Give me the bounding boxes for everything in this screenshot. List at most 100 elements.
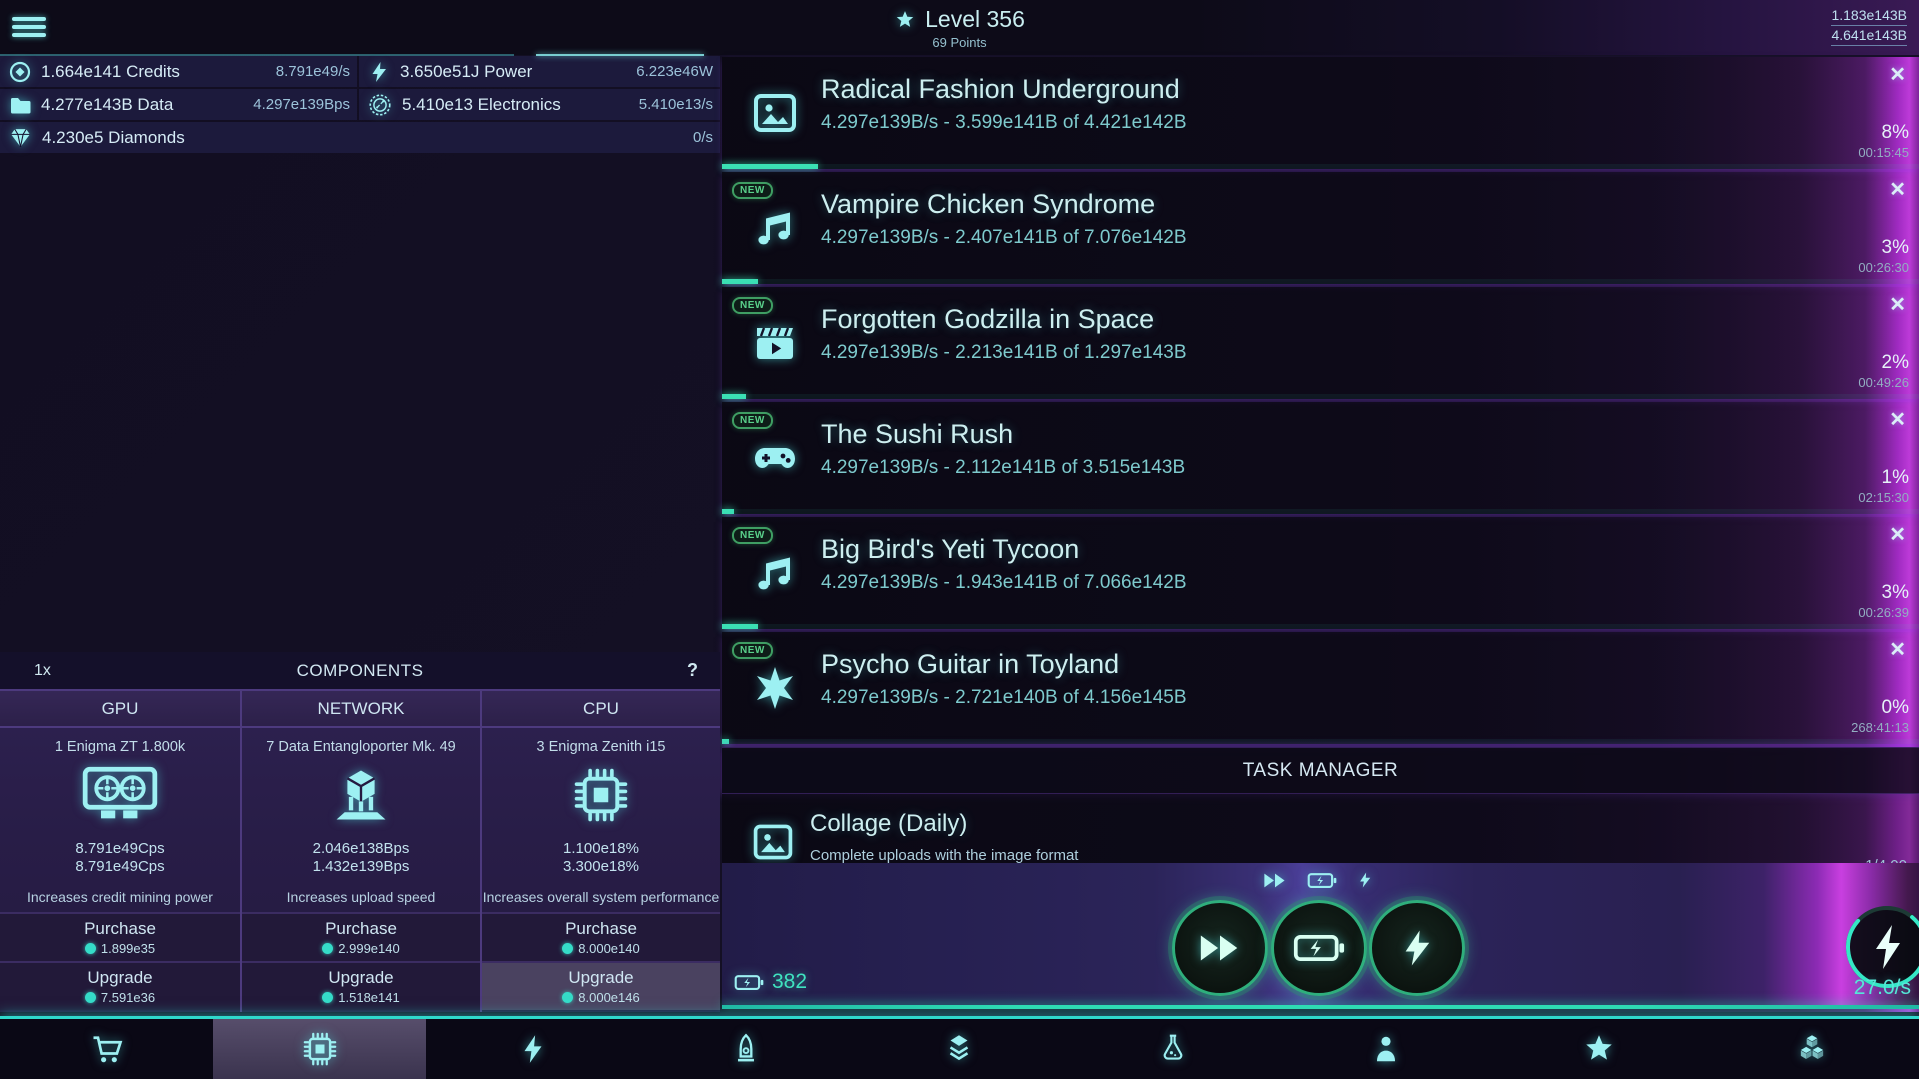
tab-gpu[interactable]: GPU — [0, 691, 240, 728]
nav-power[interactable] — [426, 1019, 639, 1079]
upload-title: Vampire Chicken Syndrome — [821, 189, 1156, 219]
cpu-purchase-button[interactable]: Purchase 8.000e140 — [482, 912, 720, 961]
image-icon — [753, 824, 793, 860]
upload-row[interactable]: NEW Big Bird's Yeti Tycoon 4.297e139B/s … — [722, 517, 1919, 629]
gpu-upgrade-button[interactable]: Upgrade 7.591e36 — [0, 961, 240, 1010]
bar-divider — [722, 1005, 1919, 1009]
storage-max: 4.641e143B — [1831, 26, 1907, 46]
upload-stats: 4.297e139B/s - 2.112e141B of 3.515e143B — [821, 457, 1186, 478]
chip-icon — [369, 93, 391, 116]
new-badge: NEW — [732, 297, 773, 314]
upload-time: 268:41:13 — [1851, 720, 1909, 735]
upload-time: 00:15:45 — [1858, 145, 1909, 160]
nav-shop[interactable] — [0, 1019, 213, 1079]
burst-icon — [757, 667, 793, 709]
upload-progressbar — [722, 394, 1919, 399]
coin-icon — [562, 992, 574, 1003]
network-column: NETWORK 7 Data Entangloporter Mk. 49 2.0… — [240, 691, 480, 1012]
close-icon[interactable]: ✕ — [1889, 177, 1906, 202]
buy-multiplier-toggle[interactable]: 1x — [34, 662, 51, 680]
components-title: COMPONENTS — [296, 660, 424, 680]
teleporter-icon — [336, 770, 386, 820]
star-icon — [896, 10, 914, 27]
upload-title: Radical Fashion Underground — [821, 74, 1180, 104]
close-icon[interactable]: ✕ — [1889, 292, 1906, 317]
upload-percent: 3% — [1881, 237, 1909, 258]
upload-row[interactable]: NEW Psycho Guitar in Toyland 4.297e139B/… — [722, 632, 1919, 744]
cpu-upgrade-button[interactable]: Upgrade 8.000e146 — [482, 961, 720, 1010]
network-upgrade-button[interactable]: Upgrade 1.518e141 — [242, 961, 480, 1010]
upload-row[interactable]: NEW Radical Fashion Underground 4.297e13… — [722, 57, 1919, 169]
cart-icon — [93, 1036, 122, 1063]
close-icon[interactable]: ✕ — [1889, 522, 1906, 547]
battery-count: 382 — [772, 970, 808, 993]
level-label: Level 356 — [925, 6, 1025, 32]
upload-time: 02:15:30 — [1858, 490, 1909, 505]
bolt-icon — [1405, 930, 1430, 966]
top-bar: Level 356 69 Points 1.183e143B 4.641e143… — [0, 0, 1919, 55]
upload-stats: 4.297e139B/s - 2.407e141B of 7.076e142B — [821, 227, 1187, 248]
upload-row[interactable]: NEW Vampire Chicken Syndrome 4.297e139B/… — [722, 172, 1919, 284]
credits-resource: 1.664e141 Credits 8.791e49/s — [0, 56, 357, 87]
upload-progressbar — [722, 739, 1919, 744]
tab-cpu[interactable]: CPU — [482, 691, 720, 728]
coin-icon — [84, 992, 96, 1003]
cpu-stat1: 1.100e18% — [563, 840, 639, 857]
nav-resources[interactable] — [1706, 1019, 1919, 1079]
close-icon[interactable]: ✕ — [1889, 62, 1906, 87]
task-description: Complete uploads with the image format — [810, 847, 1079, 864]
gpu-icon — [82, 766, 158, 819]
cpu-stat2: 3.300e18% — [563, 858, 639, 875]
components-header: 1x COMPONENTS ? — [0, 652, 720, 689]
network-upgrade-cost: 1.518e141 — [338, 990, 400, 1005]
fast-forward-icon — [1200, 935, 1238, 961]
tab-network[interactable]: NETWORK — [242, 691, 480, 728]
close-icon[interactable]: ✕ — [1889, 407, 1906, 432]
electronics-amount: 5.410e13 Electronics — [402, 94, 561, 114]
upload-progressbar — [722, 509, 1919, 514]
upload-title: Big Bird's Yeti Tycoon — [821, 534, 1080, 564]
boost-indicators — [1262, 871, 1374, 889]
nav-layers[interactable] — [853, 1019, 1066, 1079]
gpu-purchase-button[interactable]: Purchase 1.899e35 — [0, 912, 240, 961]
flask-icon — [1163, 1034, 1182, 1060]
boost-bar: 382 27.0/s — [722, 863, 1919, 1006]
gpu-upgrade-cost: 7.591e36 — [100, 990, 156, 1005]
nav-components[interactable] — [213, 1019, 427, 1079]
components-panel: 1x COMPONENTS ? GPU 1 Enigma ZT 1.800k 8… — [0, 652, 720, 1012]
star-icon — [1586, 1035, 1612, 1060]
new-badge: NEW — [732, 527, 773, 544]
nav-research[interactable] — [1066, 1019, 1279, 1079]
nav-profile[interactable] — [1279, 1019, 1492, 1079]
battery-charge-button[interactable] — [1271, 900, 1367, 996]
battery-charge-icon — [734, 974, 764, 990]
power-amount: 3.650e51J Power — [400, 61, 533, 81]
bolt-icon — [372, 61, 386, 82]
upload-time: 00:49:26 — [1858, 375, 1909, 390]
gpu-column: GPU 1 Enigma ZT 1.800k 8.791e49Cps 8.791… — [0, 691, 240, 1012]
upload-row[interactable]: NEW Forgotten Godzilla in Space 4.297e13… — [722, 287, 1919, 399]
upload-row[interactable]: NEW The Sushi Rush 4.297e139B/s - 2.112e… — [722, 402, 1919, 514]
energy-rate: 27.0/s — [1853, 976, 1911, 999]
network-purchase-button[interactable]: Purchase 2.999e140 — [242, 912, 480, 961]
diamonds-rate: 0/s — [692, 129, 713, 146]
upload-progressbar — [722, 164, 1919, 169]
help-button[interactable]: ? — [687, 660, 698, 681]
nav-missions[interactable] — [640, 1019, 853, 1079]
upload-title: The Sushi Rush — [821, 419, 1014, 449]
diamonds-resource: 4.230e5 Diamonds 0/s — [0, 122, 720, 153]
boost-button[interactable] — [1369, 900, 1465, 996]
upload-title: Forgotten Godzilla in Space — [821, 304, 1155, 334]
layers-icon — [950, 1035, 969, 1061]
rocket-icon — [738, 1033, 755, 1062]
credits-rate: 8.791e49/s — [275, 63, 350, 80]
upload-time: 00:26:30 — [1858, 260, 1909, 275]
battery-charge-icon — [1293, 935, 1345, 961]
close-icon[interactable]: ✕ — [1889, 637, 1906, 662]
music-icon — [758, 212, 790, 245]
fast-forward-button[interactable] — [1172, 900, 1268, 996]
nav-achievements[interactable] — [1492, 1019, 1705, 1079]
gpu-stat1: 8.791e49Cps — [75, 840, 165, 857]
task-manager-header: TASK MANAGER — [722, 747, 1919, 794]
resource-panel: 1.664e141 Credits 8.791e49/s 3.650e51J P… — [0, 54, 720, 155]
